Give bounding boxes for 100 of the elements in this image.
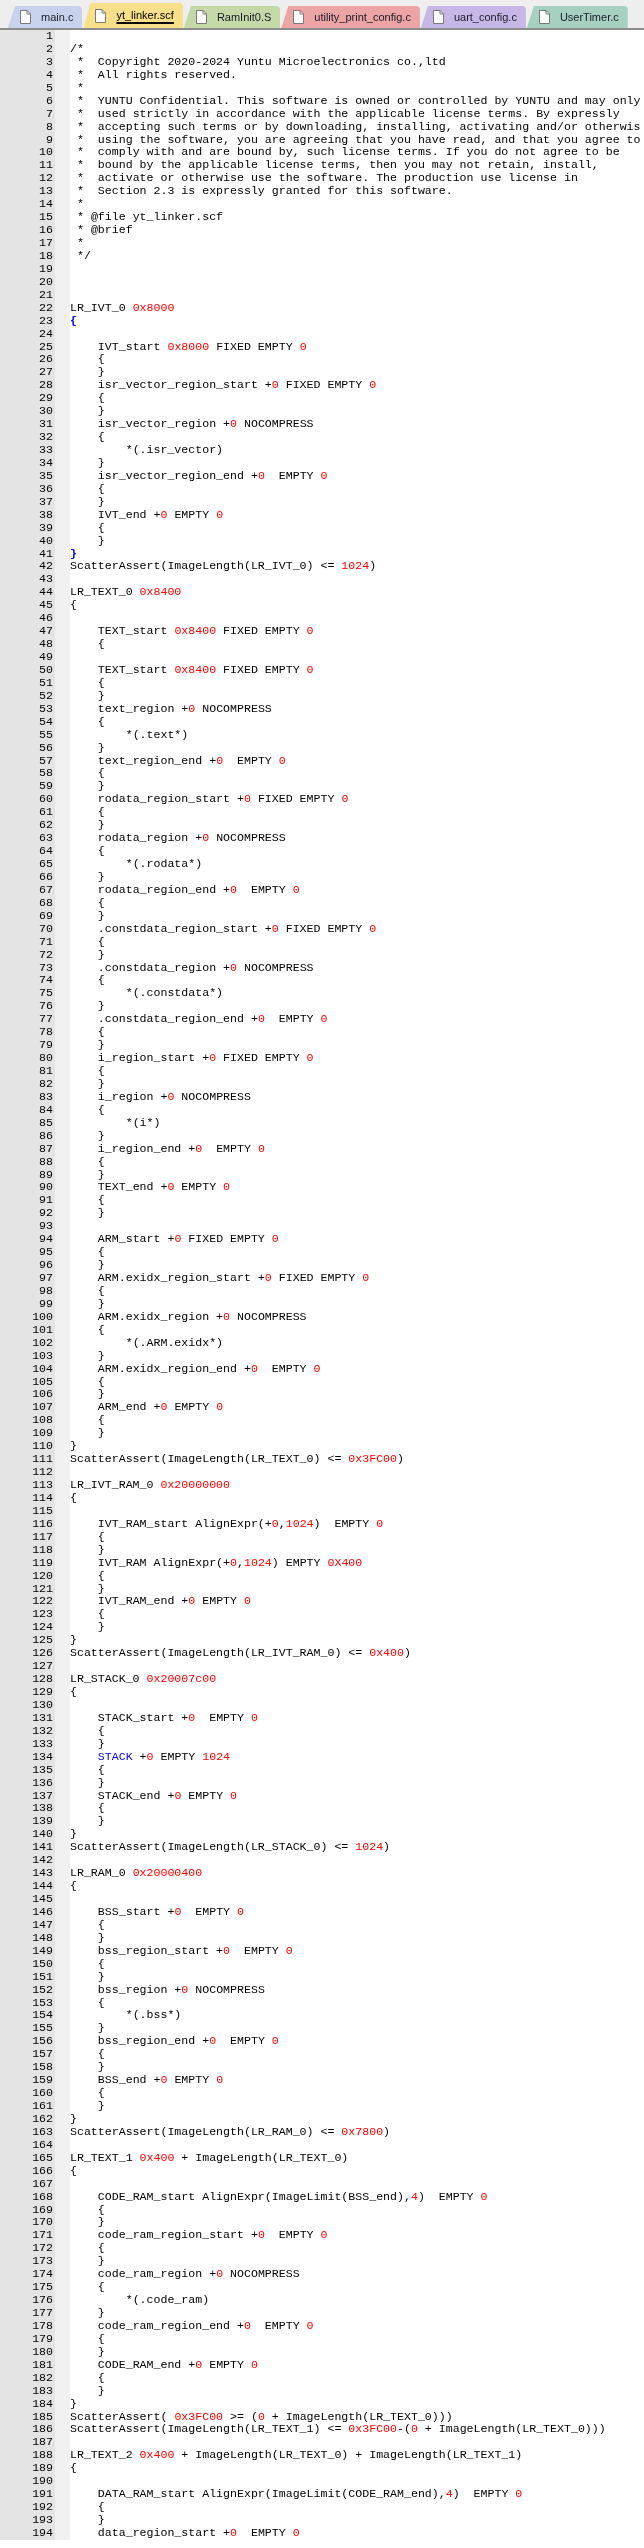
code-line: } <box>97 1128 105 1142</box>
code-line: { <box>97 714 105 728</box>
line-number: 47 <box>39 624 53 638</box>
code-line: { <box>97 430 105 444</box>
line-number: 53 <box>39 701 53 715</box>
line-number: 25 <box>39 339 53 353</box>
line-number: 71 <box>39 934 53 948</box>
code-line: IVT_RAM_end +0 EMPTY 0 <box>97 1594 251 1608</box>
line-number: 9 <box>46 132 53 146</box>
code-line: } <box>97 1620 105 1634</box>
code-line: { <box>97 1607 105 1621</box>
code-line: { <box>97 1413 105 1427</box>
line-number: 79 <box>39 1038 53 1052</box>
line-number: 94 <box>39 1232 53 1246</box>
code-line: } <box>97 740 105 754</box>
code-line: * comply with and are bound by, such license terms. If you do not agree to be <box>76 145 620 159</box>
code-line: } <box>97 455 105 469</box>
code-line: /* <box>70 41 84 55</box>
line-number: 56 <box>39 740 53 754</box>
file-tab[interactable]: main.c <box>8 6 83 28</box>
line-number: 2 <box>46 41 53 55</box>
code-line: } <box>97 779 105 793</box>
file-tab[interactable]: UserTimer.c <box>526 6 628 28</box>
code-line: bss_region +0 NOCOMPRESS <box>97 1982 265 1996</box>
file-tab[interactable]: RamInit0.S <box>183 6 281 28</box>
code-line: IVT_end +0 EMPTY 0 <box>97 507 224 521</box>
code-line: ARM_end +0 EMPTY 0 <box>97 1400 224 1414</box>
line-number: 155 <box>32 2021 53 2035</box>
file-icon <box>195 10 207 24</box>
line-number: 81 <box>39 1064 53 1077</box>
line-number: 165 <box>32 2150 53 2164</box>
line-number: 185 <box>32 2409 53 2423</box>
line-number: 66 <box>39 869 53 883</box>
file-tab[interactable]: utility_print_config.c <box>281 6 420 28</box>
code-line: *(i*) <box>125 1115 161 1129</box>
code-line: } <box>97 2060 105 2074</box>
line-number: 178 <box>32 2318 53 2332</box>
line-number: 82 <box>39 1076 53 1090</box>
file-tab[interactable]: yt_linker.scf <box>83 3 183 28</box>
code-line: *(.isr_vector) <box>125 443 224 456</box>
line-number: 138 <box>32 1801 53 1815</box>
code-line: } <box>97 1348 105 1362</box>
code-line: ScatterAssert(ImageLength(LR_IVT_RAM_0) <= 0x400) <box>70 1646 411 1660</box>
line-number: 99 <box>39 1296 53 1310</box>
line-number: 114 <box>32 1490 53 1504</box>
code-line: TEXT_end +0 EMPTY 0 <box>97 1180 231 1194</box>
code-line: { <box>97 1283 105 1297</box>
line-number: 104 <box>32 1361 53 1375</box>
line-number: 122 <box>32 1594 53 1608</box>
code-line: } <box>97 365 105 379</box>
code-line: } <box>97 2306 105 2319</box>
line-number: 149 <box>32 1943 53 1957</box>
code-line: * All rights reserved. <box>76 67 237 81</box>
code-line: STACK_start +0 EMPTY 0 <box>97 1710 258 1724</box>
code-line: { <box>97 1801 105 1815</box>
line-number: 13 <box>39 184 53 198</box>
code-line: } <box>70 546 77 560</box>
line-number: 175 <box>32 2280 53 2294</box>
code-line: } <box>97 1426 105 1440</box>
line-number: 160 <box>32 2086 53 2100</box>
line-number: 166 <box>32 2163 53 2177</box>
line-number: 42 <box>39 559 53 573</box>
line-number: 43 <box>39 572 53 586</box>
code-line: { <box>97 1568 105 1582</box>
line-number: 24 <box>39 326 53 340</box>
line-number: 103 <box>32 1348 53 1362</box>
code-line: TEXT_start 0x8400 FIXED EMPTY 0 <box>97 624 314 638</box>
code-line: { <box>97 2370 105 2384</box>
code-line: } <box>70 1439 77 1453</box>
line-number: 159 <box>32 2073 53 2087</box>
line-number: 74 <box>39 973 53 987</box>
code-line: isr_vector_region_end +0 EMPTY 0 <box>97 468 328 482</box>
line-number: 93 <box>39 1219 53 1233</box>
code-line: * using the software, you are agreeing that you have read, and that you agree to <box>76 132 641 146</box>
line-number: 38 <box>39 507 53 521</box>
line-number: 168 <box>32 2189 53 2203</box>
line-number: 146 <box>32 1904 53 1918</box>
line-number: 157 <box>32 2047 53 2061</box>
line-number: 11 <box>39 158 53 172</box>
code-line: { <box>70 1879 77 1893</box>
code-line: } <box>97 1930 105 1944</box>
code-line: { <box>97 2241 105 2255</box>
code-line: { <box>97 973 105 987</box>
line-number: 174 <box>32 2267 53 2281</box>
line-number: 4 <box>46 67 53 81</box>
line-number: 172 <box>32 2241 53 2255</box>
line-number: 183 <box>32 2383 53 2397</box>
code-line: { <box>97 766 105 780</box>
code-line: STACK_end +0 EMPTY 0 <box>97 1788 237 1802</box>
line-number: 192 <box>32 2500 53 2514</box>
line-number: 158 <box>32 2060 53 2074</box>
file-tab[interactable]: uart_config.c <box>420 6 526 28</box>
code-line: LR_IVT_RAM_0 0x20000000 <box>70 1478 231 1491</box>
code-line: TEXT_start 0x8400 FIXED EMPTY 0 <box>97 662 314 676</box>
line-number: 68 <box>39 895 53 909</box>
code-line: * accepting such terms or by downloading, installing, activating and/or otherwis <box>76 119 641 133</box>
line-number: 109 <box>32 1426 53 1440</box>
line-number: 63 <box>39 831 53 845</box>
line-number: 48 <box>39 637 53 651</box>
line-number: 186 <box>32 2422 53 2436</box>
